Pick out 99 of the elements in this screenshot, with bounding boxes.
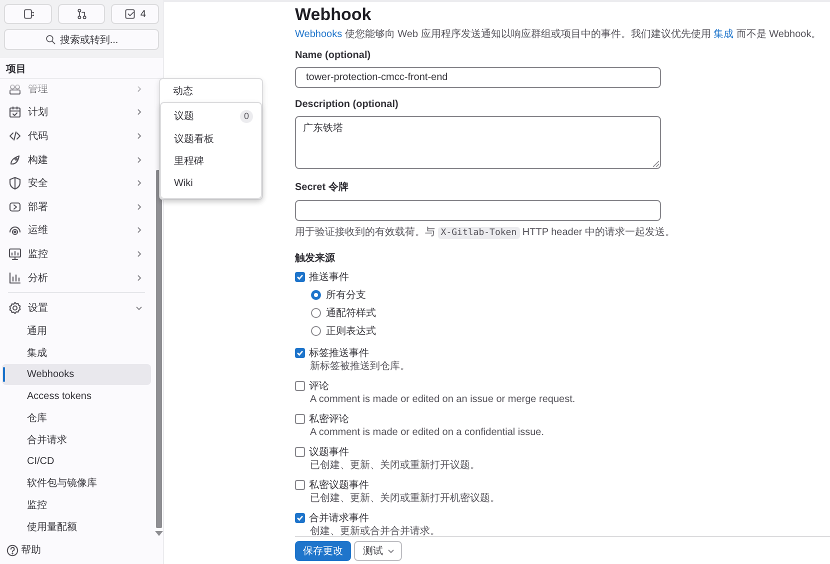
resize-handle-icon[interactable] — [653, 161, 659, 167]
chevron-right-icon — [135, 132, 143, 140]
rocket-icon — [8, 152, 22, 167]
nav-item[interactable]: 设置 — [2, 296, 151, 320]
help-button[interactable]: 帮助 — [0, 538, 163, 562]
chevron-right-icon — [135, 179, 143, 188]
section-title: 触发来源 — [295, 252, 336, 265]
chevron-right-icon — [135, 274, 143, 282]
people-icon — [8, 82, 22, 96]
help-text: 新标签被推送到仓库。 — [309, 360, 411, 373]
chevron-right-icon — [135, 84, 143, 93]
test-button[interactable]: 测试 — [354, 540, 402, 560]
nav-subitem[interactable]: Access tokens — [2, 385, 151, 408]
document-icon — [22, 8, 34, 20]
save-button[interactable]: 保存更改 — [295, 540, 351, 560]
checkbox[interactable] — [295, 480, 305, 490]
checkbox-label: 标签推送事件 — [309, 346, 369, 360]
monitor-icon — [8, 246, 22, 261]
link[interactable]: 集成 — [714, 29, 734, 40]
document-button[interactable] — [4, 4, 52, 24]
help-text: 已创建、更新、关闭或重新打开机密议题。 — [309, 492, 501, 505]
nav-item[interactable]: 计划 — [2, 100, 151, 124]
calendar-icon — [8, 105, 22, 120]
help-text: 已创建、更新、关闭或重新打开议题。 — [309, 459, 481, 472]
checkbox[interactable] — [295, 380, 305, 390]
chevron-down-icon — [387, 546, 395, 554]
nav-subitem[interactable]: 合并请求 — [2, 428, 151, 451]
menu-item[interactable]: 动态 — [160, 79, 262, 103]
branch-icon — [76, 8, 88, 20]
page-title: Webhook — [295, 5, 372, 25]
radio-button[interactable] — [311, 290, 321, 300]
nav-item[interactable]: 分析 — [2, 266, 151, 290]
field-label: Name (optional) — [295, 50, 371, 61]
nav-item[interactable]: 构建 — [2, 148, 151, 172]
nav-subitem[interactable]: 仓库 — [2, 407, 151, 429]
chevron-right-icon — [135, 108, 143, 116]
nav-item[interactable]: 运维 — [2, 218, 151, 242]
code-icon — [8, 128, 22, 143]
chevron-right-icon — [135, 156, 143, 164]
count-badge: 0 — [240, 110, 253, 123]
radio-label: 正则表达式 — [326, 324, 376, 338]
checkbox[interactable] — [295, 414, 305, 424]
checkbox[interactable] — [295, 512, 305, 522]
scroll-down-icon[interactable] — [155, 531, 163, 537]
branch-button[interactable] — [58, 4, 106, 24]
nav-subitem[interactable]: CI/CD — [2, 450, 151, 473]
nav-subitem[interactable]: 软件包与镜像库 — [2, 472, 151, 494]
checkbox[interactable] — [295, 446, 305, 456]
menu-item[interactable]: Wiki — [161, 172, 261, 195]
intro-text: Webhooks 使您能够向 Web 应用程序发送通知以响应群组或项目中的事件。我们建议优先使用 集成 而不是 Webhook。 — [295, 28, 822, 41]
checkbox[interactable] — [295, 272, 305, 282]
menu-item[interactable]: 议题看板 — [161, 128, 261, 150]
nav-item[interactable]: 监控 — [2, 242, 151, 266]
help-text: 用于验证接收到的有效载荷。与 X-Gitlab-Token HTTP header 中的请求一起发送。 — [295, 226, 676, 239]
checkbox-label: 私密评论 — [309, 412, 349, 426]
nav-item[interactable]: 安全 — [2, 171, 151, 195]
radio-label: 所有分支 — [326, 288, 366, 302]
checkbox-label: 评论 — [309, 380, 329, 392]
menu-item[interactable]: 议题 0 — [161, 105, 261, 128]
checkbox-label: 合并请求事件 — [309, 512, 369, 524]
nav-subitem[interactable]: 通用 — [2, 320, 151, 342]
chevron-right-icon — [135, 202, 143, 211]
field-label: Secret 令牌 — [295, 180, 348, 194]
chevron-right-icon — [135, 250, 143, 258]
nav-item[interactable]: 部署 — [2, 194, 151, 219]
menu-item[interactable]: 里程碑 — [161, 150, 261, 172]
checkbox-label: 私密议题事件 — [309, 478, 369, 492]
chart-icon — [8, 270, 22, 285]
checkbox-label: 议题事件 — [309, 446, 349, 458]
field-label: Description (optional) — [295, 99, 398, 110]
nav-subitem[interactable]: 集成 — [2, 342, 151, 364]
help-text: A comment is made or edited on a confidential issue. — [309, 426, 546, 439]
checkbox-button[interactable]: 4 — [111, 4, 160, 24]
help-text: 创建、更新或合并合并请求。 — [309, 525, 441, 536]
checkbox[interactable] — [295, 348, 305, 358]
nav-subitem[interactable]: 使用量配额 — [2, 516, 151, 538]
name-field[interactable]: tower-protection-cmcc-front-end — [295, 67, 661, 88]
radio-label: 通配符样式 — [326, 306, 376, 320]
scrollbar[interactable] — [156, 170, 162, 528]
nav-subitem[interactable]: Webhooks — [2, 364, 151, 386]
shield-icon — [8, 176, 22, 190]
radio-button[interactable] — [311, 326, 321, 336]
help-text: A comment is made or edited on an issue or merge request. — [309, 393, 576, 406]
section-title: 项目 — [0, 58, 163, 79]
play-icon — [8, 200, 22, 214]
chevron-right-icon — [135, 226, 143, 234]
search-icon — [44, 34, 56, 45]
checkbox-label: 推送事件 — [309, 270, 349, 284]
chevron-down-icon — [135, 304, 143, 312]
radio-button[interactable] — [311, 308, 321, 318]
settings-icon — [8, 301, 22, 316]
description-field[interactable]: 广东铁塔 — [295, 116, 661, 169]
nav-subitem[interactable]: 监控 — [2, 494, 151, 516]
link[interactable]: Webhooks — [295, 29, 342, 40]
search-button[interactable]: 搜索或转到... — [4, 29, 159, 50]
checkbox-icon — [124, 8, 136, 20]
help-icon — [6, 544, 19, 556]
nav-item[interactable]: 代码 — [2, 124, 151, 148]
secret-field[interactable] — [295, 200, 661, 221]
